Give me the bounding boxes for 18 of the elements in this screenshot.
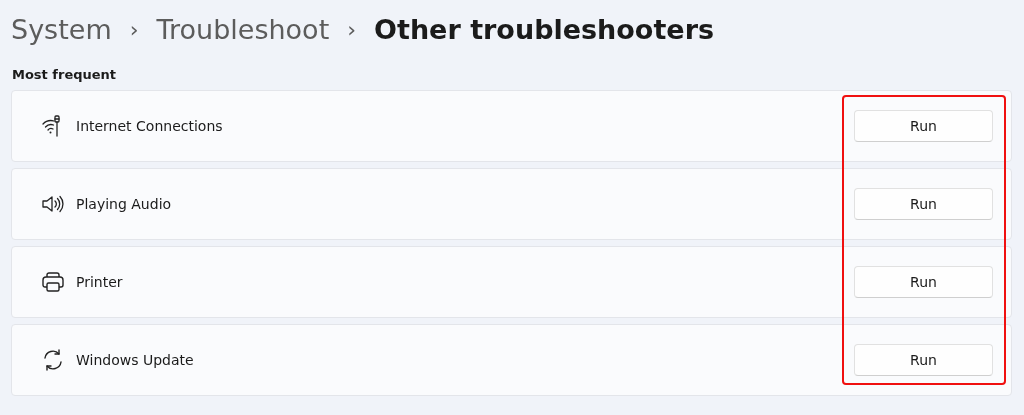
troubleshooter-label: Windows Update — [76, 352, 195, 368]
speaker-icon — [42, 195, 64, 213]
breadcrumb-item[interactable]: Troubleshoot — [156, 13, 330, 45]
sync-icon — [42, 349, 64, 371]
run-button[interactable]: Run — [854, 110, 993, 142]
run-button[interactable]: Run — [854, 188, 993, 220]
run-button[interactable]: Run — [854, 344, 993, 376]
breadcrumb-item: Other troubleshooters — [374, 13, 715, 45]
wifi-icon — [42, 115, 62, 137]
troubleshooter-label: Printer — [76, 274, 124, 290]
printer-icon — [42, 272, 64, 292]
chevron-icon: › — [347, 16, 357, 42]
run-button[interactable]: Run — [854, 266, 993, 298]
troubleshooter-label: Internet Connections — [76, 118, 224, 134]
section-title: Most frequent — [11, 66, 118, 84]
breadcrumb-item[interactable]: System — [11, 13, 112, 45]
troubleshooter-label: Playing Audio — [76, 196, 173, 212]
chevron-icon: › — [129, 16, 139, 42]
